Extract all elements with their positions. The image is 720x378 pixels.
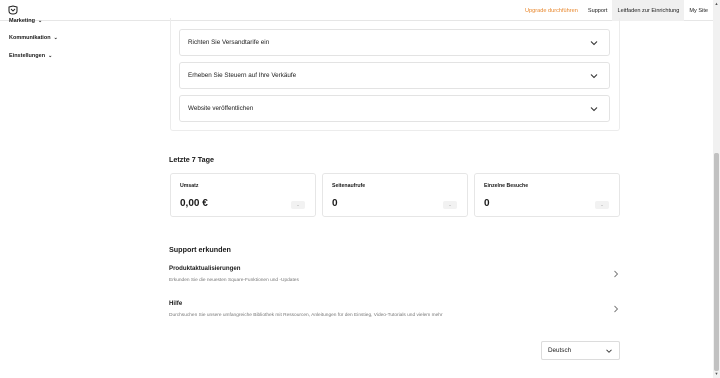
stat-label: Einzelne Besuche xyxy=(484,183,529,189)
setup-row-label: Richten Sie Versandtarife ein xyxy=(188,39,270,46)
setup-row-label: Website veröffentlichen xyxy=(188,105,254,112)
setup-row-shipping[interactable]: Richten Sie Versandtarife ein xyxy=(179,29,610,56)
scrollbar-thumb[interactable] xyxy=(714,153,719,371)
scroll-down-icon[interactable]: ▼ xyxy=(714,371,719,376)
chevron-right-icon[interactable] xyxy=(612,305,620,313)
support-item-updates-title[interactable]: Produktaktualisierungen xyxy=(169,265,240,272)
stat-label: Seitenaufrufe xyxy=(332,183,366,189)
setup-row-publish[interactable]: Website veröffentlichen xyxy=(179,95,610,122)
chevron-down-icon xyxy=(590,73,598,78)
stats-title: Letzte 7 Tage xyxy=(169,155,214,164)
sidebar-item-label: Kommunikation xyxy=(9,35,51,41)
sidebar-item-label: Einstellungen xyxy=(9,53,46,59)
scroll-up-icon[interactable]: ▲ xyxy=(714,1,719,6)
support-section-title: Support erkunden xyxy=(169,245,231,254)
stat-card-visits: Einzelne Besuche 0 - xyxy=(474,173,620,217)
chevron-down-icon: ⌄ xyxy=(53,35,58,41)
chevron-down-icon: ⌄ xyxy=(37,18,43,24)
trend-badge: - xyxy=(443,201,457,209)
language-select-value: Deutsch xyxy=(548,347,572,354)
my-site-link[interactable]: My Site xyxy=(684,0,713,21)
language-select[interactable]: Deutsch xyxy=(541,341,620,360)
stat-card-pageviews: Seitenaufrufe 0 - xyxy=(322,173,468,217)
sidebar-item-communication[interactable]: Kommunikation ⌄ xyxy=(9,35,58,41)
chevron-right-icon[interactable] xyxy=(612,270,620,278)
setup-row-label: Erheben Sie Steuern auf Ihre Verkäufe xyxy=(188,72,297,79)
trend-badge: - xyxy=(291,201,305,209)
support-item-help-title[interactable]: Hilfe xyxy=(169,300,182,307)
chevron-down-icon xyxy=(606,348,612,353)
sidebar-item-marketing[interactable]: Marketing ⌄ xyxy=(9,18,42,24)
sidebar-item-label: Marketing xyxy=(9,18,35,24)
setup-guide-link[interactable]: Leitfaden zur Einrichtung xyxy=(612,0,685,21)
chevron-down-icon xyxy=(590,106,598,111)
logo-icon[interactable] xyxy=(8,5,18,15)
support-item-updates-desc: Erkunden Sie die neuesten Square-Funktio… xyxy=(169,278,299,283)
stat-card-revenue: Umsatz 0,00 € - xyxy=(170,173,316,217)
support-item-help-desc: Durchsuchen Sie unsere umfangreiche Bibl… xyxy=(169,313,443,318)
trend-badge: - xyxy=(595,201,609,209)
chevron-down-icon xyxy=(590,40,598,45)
stat-value: 0 xyxy=(332,198,338,209)
stat-value: 0 xyxy=(484,198,490,209)
stat-label: Umsatz xyxy=(180,183,199,189)
stat-value: 0,00 € xyxy=(180,198,208,209)
setup-row-taxes[interactable]: Erheben Sie Steuern auf Ihre Verkäufe xyxy=(179,62,610,89)
sidebar-item-settings[interactable]: Einstellungen ⌄ xyxy=(9,53,52,59)
chevron-down-icon: ⌄ xyxy=(48,53,53,59)
